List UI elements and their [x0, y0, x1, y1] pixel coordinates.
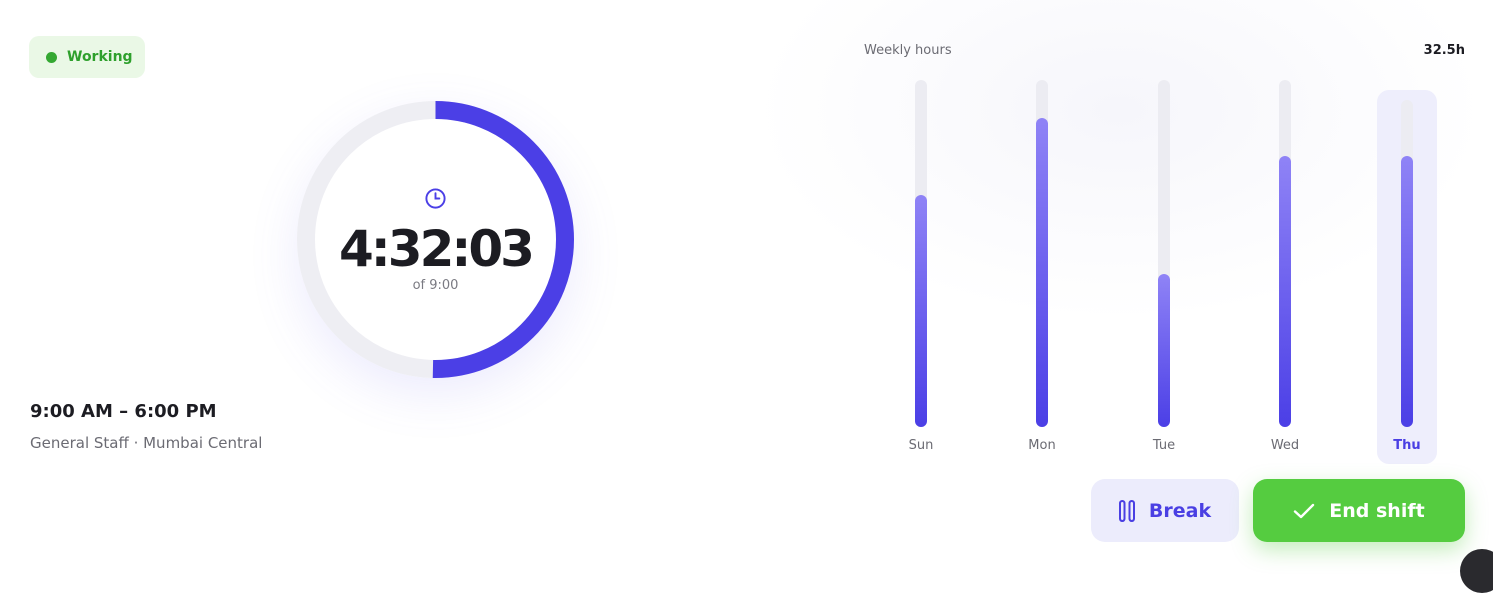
end-shift-button[interactable]: End shift: [1253, 479, 1465, 542]
break-button[interactable]: Break: [1091, 479, 1239, 542]
timer-ring: 4:32:03 of 9:00: [297, 101, 574, 378]
timer-center: 4:32:03 of 9:00: [297, 101, 574, 378]
bar-fill: [1401, 155, 1413, 427]
bar-track: [1279, 80, 1291, 427]
day-label: Sun: [908, 438, 934, 453]
bar-track: [915, 80, 927, 427]
shift-card: Working 4:32:03 of 9:00 9:00 AM – 6:00 P…: [0, 0, 1493, 593]
clock-icon: [425, 188, 446, 209]
day-bar-tue: Tue: [1134, 80, 1194, 464]
weekly-hours-label: Weekly hours: [864, 43, 952, 58]
bar-fill: [1279, 156, 1291, 427]
shift-time-range: 9:00 AM – 6:00 PM: [30, 401, 217, 422]
timer-elapsed: 4:32:03: [339, 220, 535, 278]
bar-track: [1158, 80, 1170, 427]
day-bar-sun: Sun: [891, 80, 951, 464]
bar-fill: [1036, 118, 1048, 427]
status-badge: Working: [29, 36, 145, 78]
day-label: Thu: [1393, 438, 1421, 453]
day-label: Wed: [1270, 438, 1300, 453]
day-label: Tue: [1152, 438, 1176, 453]
bar-track: [1036, 80, 1048, 427]
bar-fill: [915, 194, 927, 427]
day-label: Mon: [1028, 438, 1056, 453]
timer-total: of 9:00: [412, 278, 459, 293]
break-button-label: Break: [1148, 499, 1212, 522]
bar-track: [1401, 100, 1413, 427]
end-shift-button-label: End shift: [1329, 499, 1425, 522]
day-bar-thu: Thu: [1377, 90, 1437, 464]
pause-icon: [1118, 499, 1135, 522]
weekly-hours-total: 32.5h: [1423, 43, 1465, 58]
avatar[interactable]: [1460, 549, 1493, 593]
day-bar-wed: Wed: [1255, 80, 1315, 464]
check-icon: [1294, 503, 1315, 518]
status-label: Working: [67, 49, 133, 65]
day-bar-mon: Mon: [1012, 80, 1072, 464]
shift-meta: General Staff · Mumbai Central: [30, 434, 263, 452]
bar-fill: [1158, 274, 1170, 427]
status-dot-icon: [46, 51, 57, 63]
